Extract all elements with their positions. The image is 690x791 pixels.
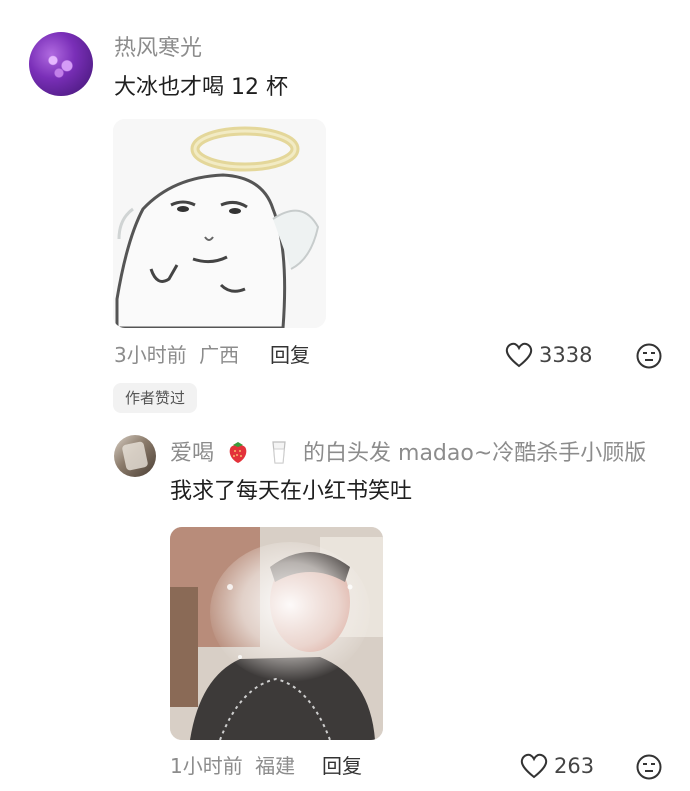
comment-text: 大冰也才喝 12 杯 — [114, 75, 288, 100]
like-button[interactable]: 3338 — [505, 342, 592, 368]
username-prefix: 爱喝 — [170, 441, 215, 466]
spitting-man-meme-image — [170, 527, 383, 740]
reply-meta: 1小时前 福建 — [170, 754, 295, 778]
ghost-angel-meme-image — [113, 119, 326, 328]
commenter-avatar[interactable] — [29, 32, 93, 96]
speechless-face-icon[interactable] — [636, 343, 662, 369]
reply-like-button[interactable]: 263 — [520, 753, 594, 779]
heart-outline-icon — [505, 342, 533, 368]
speechless-face-icon[interactable] — [636, 754, 662, 780]
reply-location: 福建 — [255, 754, 296, 778]
reply-image[interactable] — [170, 527, 383, 740]
comment-meta: 3小时前 广西 — [114, 343, 239, 367]
replier-avatar[interactable] — [114, 435, 156, 477]
heart-outline-icon — [520, 753, 548, 779]
reply-text: 我求了每天在小红书笑吐 — [170, 479, 413, 504]
milk-emoji — [272, 441, 286, 464]
reply-like-count: 263 — [554, 754, 595, 778]
commenter-username[interactable]: 热风寒光 — [114, 36, 202, 62]
reply-button[interactable]: 回复 — [270, 343, 310, 367]
username-suffix: 的白头发 madao~冷酷杀手小顾版 — [303, 441, 647, 466]
comment-time: 3小时前 — [114, 343, 187, 367]
comment-sticker-image[interactable] — [113, 119, 326, 328]
author-liked-badge: 作者赞过 — [113, 383, 198, 413]
replier-username[interactable]: 爱喝 的白头发 madao~冷酷杀手小顾版 — [170, 439, 646, 467]
reply-time: 1小时前 — [170, 754, 243, 778]
comment-location: 广西 — [199, 343, 240, 367]
like-count: 3338 — [539, 343, 593, 367]
strawberry-emoji — [229, 442, 247, 463]
reply-to-reply-button[interactable]: 回复 — [322, 754, 362, 778]
